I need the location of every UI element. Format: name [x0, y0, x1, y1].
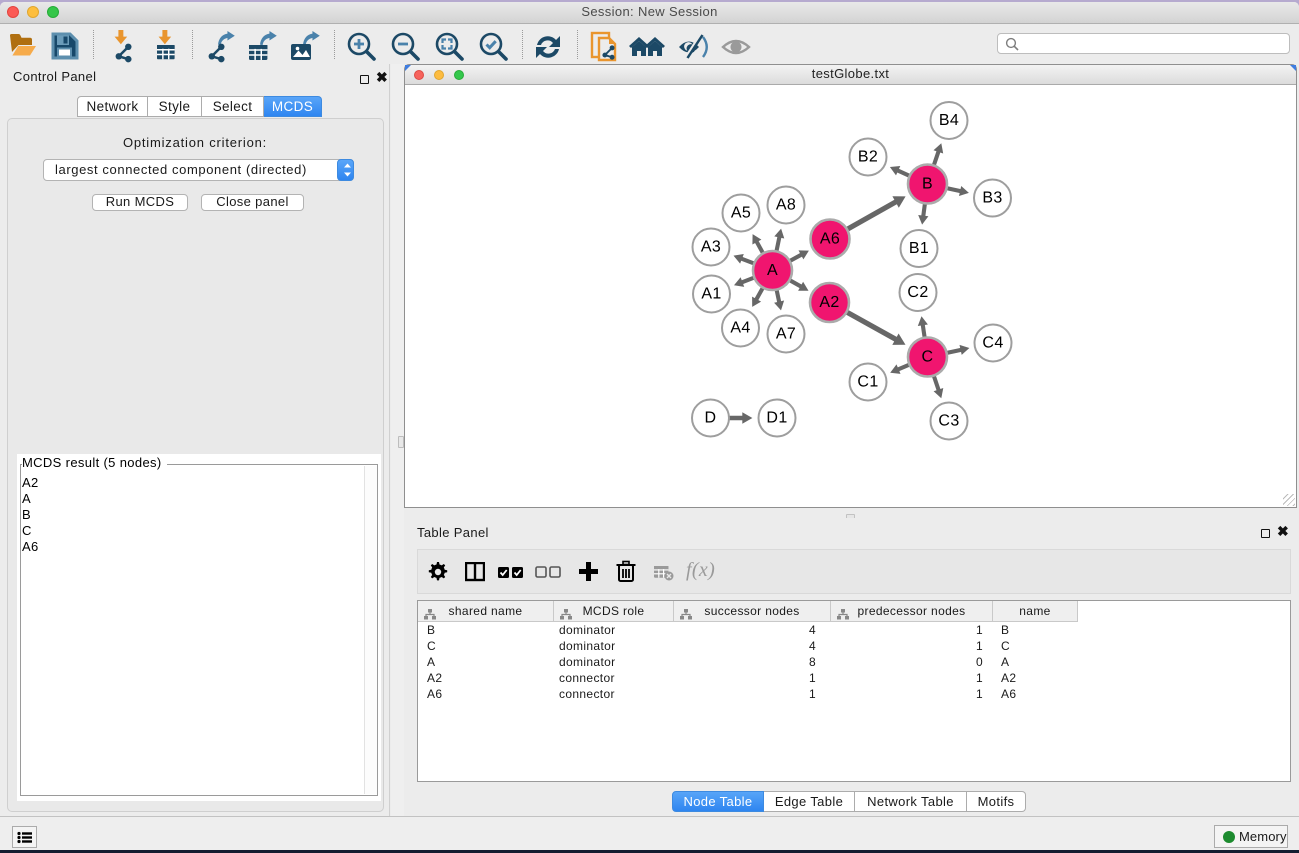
svg-text:B4: B4 [939, 112, 959, 129]
svg-text:A: A [767, 262, 778, 279]
svg-text:C3: C3 [938, 413, 959, 430]
svg-text:C1: C1 [857, 374, 878, 391]
svg-text:B2: B2 [858, 149, 878, 166]
svg-text:B1: B1 [909, 240, 929, 257]
svg-text:A7: A7 [776, 326, 796, 343]
svg-text:A4: A4 [730, 320, 750, 337]
svg-text:A8: A8 [776, 197, 796, 214]
svg-text:A5: A5 [731, 205, 751, 222]
svg-text:D: D [705, 410, 717, 427]
svg-text:B3: B3 [982, 190, 1002, 207]
svg-text:C: C [922, 349, 934, 366]
svg-text:A3: A3 [701, 239, 721, 256]
svg-text:C4: C4 [982, 335, 1003, 352]
svg-text:A1: A1 [701, 286, 721, 303]
svg-text:C2: C2 [907, 284, 928, 301]
svg-text:D1: D1 [766, 410, 787, 427]
svg-text:A2: A2 [819, 294, 839, 311]
svg-text:B: B [922, 176, 933, 193]
svg-text:A6: A6 [820, 231, 840, 248]
